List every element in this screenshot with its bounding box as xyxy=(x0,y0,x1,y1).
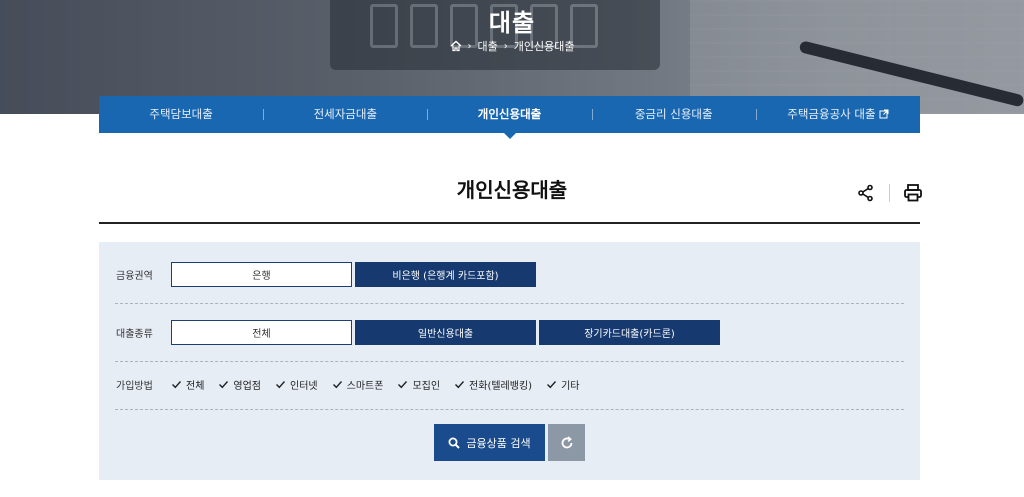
filter-row-loan-type: 대출종류 전체 일반신용대출 장기카드대출(카드론) xyxy=(99,320,920,345)
check-icon xyxy=(547,380,557,388)
breadcrumb-item-current[interactable]: 개인신용대출 xyxy=(514,38,575,54)
check-icon xyxy=(332,380,342,388)
reset-icon xyxy=(561,435,572,448)
option-non-bank[interactable]: 비은행 (은행계 카드포함) xyxy=(355,262,536,287)
print-button[interactable] xyxy=(900,180,926,206)
check-icon xyxy=(219,380,229,388)
join-method-checklist: 전체 영업점 인터넷 스마트폰 모집인 전화(텔레뱅킹) 기타 xyxy=(171,377,593,392)
option-card-loan[interactable]: 장기카드대출(카드론) xyxy=(539,320,720,345)
checkbox-internet[interactable]: 인터넷 xyxy=(275,377,318,392)
tab-mid-rate-credit-loan[interactable]: 중금리 신용대출 xyxy=(591,96,756,133)
filter-label: 대출종류 xyxy=(116,329,153,340)
check-icon xyxy=(172,380,182,388)
title-divider xyxy=(99,222,920,224)
breadcrumb: › 대출 › 개인신용대출 xyxy=(0,38,1024,54)
share-icon xyxy=(858,184,873,202)
checkbox-all[interactable]: 전체 xyxy=(171,377,204,392)
tab-hf-loan[interactable]: 주택금융공사 대출 xyxy=(755,96,920,133)
product-search-button[interactable]: 금융상품 검색 xyxy=(434,424,545,461)
print-icon xyxy=(904,184,922,202)
chevron-right-icon: › xyxy=(503,40,508,52)
filter-label: 금융권역 xyxy=(116,271,153,282)
checkbox-smartphone[interactable]: 스마트폰 xyxy=(332,377,383,392)
check-icon xyxy=(398,380,408,388)
page-tools xyxy=(853,180,926,206)
home-icon[interactable] xyxy=(450,40,462,52)
external-link-icon xyxy=(879,109,889,119)
share-button[interactable] xyxy=(853,180,879,206)
tab-bar: 주택담보대출 전세자금대출 개인신용대출 중금리 신용대출 주택금융공사 대출 xyxy=(99,96,920,139)
reset-button[interactable] xyxy=(548,424,585,461)
check-icon xyxy=(455,380,465,388)
tab-personal-credit-loan[interactable]: 개인신용대출 xyxy=(427,96,591,139)
check-icon xyxy=(276,380,286,388)
filter-row-join-method: 가입방법 전체 영업점 인터넷 스마트폰 모집인 전화(텔레뱅킹) 기타 xyxy=(99,376,920,392)
checkbox-branch[interactable]: 영업점 xyxy=(218,377,261,392)
tab-jeonse-loan[interactable]: 전세자금대출 xyxy=(263,96,427,133)
option-general-credit-loan[interactable]: 일반신용대출 xyxy=(355,320,536,345)
search-filter-panel: 금융권역 은행 비은행 (은행계 카드포함) 대출종류 전체 일반신용대출 장기… xyxy=(99,242,920,480)
option-all-loan-types[interactable]: 전체 xyxy=(171,320,352,345)
search-actions: 금융상품 검색 xyxy=(434,424,585,461)
filter-row-sector: 금융권역 은행 비은행 (은행계 카드포함) xyxy=(99,262,920,287)
checkbox-telebanking[interactable]: 전화(텔레뱅킹) xyxy=(454,377,532,392)
tab-mortgage-loan[interactable]: 주택담보대출 xyxy=(99,96,263,133)
breadcrumb-item-loan[interactable]: 대출 xyxy=(478,38,498,54)
chevron-right-icon: › xyxy=(467,40,472,52)
checkbox-agent[interactable]: 모집인 xyxy=(397,377,440,392)
hero-title: 대출 xyxy=(488,9,536,37)
search-icon xyxy=(448,437,461,449)
checkbox-other[interactable]: 기타 xyxy=(546,377,579,392)
filter-label: 가입방법 xyxy=(116,380,153,392)
option-bank[interactable]: 은행 xyxy=(171,262,352,287)
